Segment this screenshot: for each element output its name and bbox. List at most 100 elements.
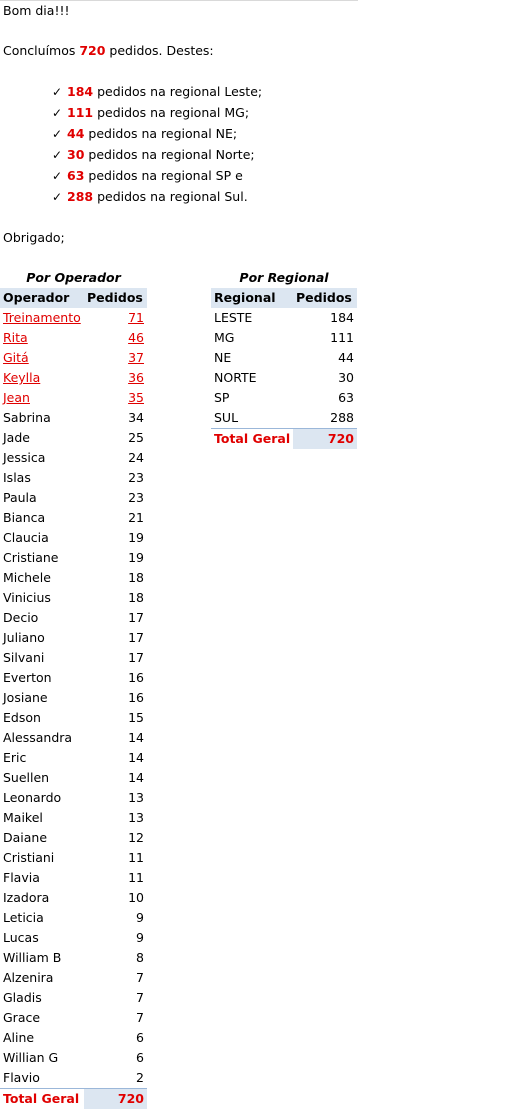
operator-row: Lucas9 <box>0 928 147 948</box>
operator-row-value[interactable]: 36 <box>84 368 147 388</box>
operator-row-value: 11 <box>84 848 147 868</box>
operator-row-value: 2 <box>84 1068 147 1089</box>
operator-row: Maikel13 <box>0 808 147 828</box>
operator-row-name: Juliano <box>0 628 84 648</box>
operator-row-value[interactable]: 71 <box>84 308 147 328</box>
regional-list-item: ✓63 pedidos na regional SP e <box>52 166 243 186</box>
operator-row-value: 9 <box>84 928 147 948</box>
regional-row-value: 184 <box>293 308 357 328</box>
operator-row-value: 7 <box>84 968 147 988</box>
operator-row-value[interactable]: 37 <box>84 348 147 368</box>
operator-row-value: 15 <box>84 708 147 728</box>
operator-row: Decio17 <box>0 608 147 628</box>
operator-row: Daiane12 <box>0 828 147 848</box>
operator-row-name: Vinicius <box>0 588 84 608</box>
operator-row: Bianca21 <box>0 508 147 528</box>
regional-total-row: Total Geral 720 <box>211 429 357 450</box>
operator-total-row: Total Geral 720 <box>0 1089 147 1109</box>
operator-row: Sabrina34 <box>0 408 147 428</box>
checkmark-icon: ✓ <box>52 187 67 207</box>
operator-row: Cristiane19 <box>0 548 147 568</box>
operator-row: Cristiani11 <box>0 848 147 868</box>
operator-row-name: Jade <box>0 428 84 448</box>
operator-row-name: Maikel <box>0 808 84 828</box>
summary-suffix: pedidos. Destes: <box>105 43 213 58</box>
operator-row-name: Eric <box>0 748 84 768</box>
operator-row: Jade25 <box>0 428 147 448</box>
operator-row-value: 10 <box>84 888 147 908</box>
regional-list-text: pedidos na regional NE; <box>84 126 237 141</box>
regional-list-count: 111 <box>67 105 93 120</box>
regional-list-item: ✓288 pedidos na regional Sul. <box>52 187 248 207</box>
header-operador: Operador <box>0 288 84 308</box>
summary-total: 720 <box>79 43 105 58</box>
operator-row-value: 23 <box>84 468 147 488</box>
operator-total-value: 720 <box>84 1089 147 1109</box>
regional-row-value: 63 <box>293 388 357 408</box>
operator-row-name: Daiane <box>0 828 84 848</box>
regional-list-count: 63 <box>67 168 84 183</box>
operator-row-value: 34 <box>84 408 147 428</box>
operator-row: Alzenira7 <box>0 968 147 988</box>
operator-row-value: 25 <box>84 428 147 448</box>
regional-row-name: LESTE <box>211 308 293 328</box>
operator-row-name[interactable]: Keylla <box>0 368 84 388</box>
operator-row-name: Alessandra <box>0 728 84 748</box>
operator-row: Jessica24 <box>0 448 147 468</box>
operator-row-value: 6 <box>84 1028 147 1048</box>
operator-row[interactable]: Keylla36 <box>0 368 147 388</box>
operator-row-value: 13 <box>84 808 147 828</box>
regional-list-text: pedidos na regional MG; <box>93 105 249 120</box>
regional-table-title: Por Regional <box>211 268 357 288</box>
operator-row-value: 21 <box>84 508 147 528</box>
operator-row-name[interactable]: Treinamento <box>0 308 84 328</box>
operator-row-name: Izadora <box>0 888 84 908</box>
operator-row-name: Aline <box>0 1028 84 1048</box>
operator-row-value: 11 <box>84 868 147 888</box>
operator-row-value: 17 <box>84 608 147 628</box>
operator-row-value[interactable]: 46 <box>84 328 147 348</box>
operator-row-name[interactable]: Gitá <box>0 348 84 368</box>
operator-row[interactable]: Gitá37 <box>0 348 147 368</box>
operator-row-name: Flavia <box>0 868 84 888</box>
operator-row: Leticia9 <box>0 908 147 928</box>
regional-list-text: pedidos na regional SP e <box>84 168 242 183</box>
operator-total-label: Total Geral <box>0 1089 84 1109</box>
operator-row: William B8 <box>0 948 147 968</box>
operator-row: Aline6 <box>0 1028 147 1048</box>
operator-row: Josiane16 <box>0 688 147 708</box>
checkmark-icon: ✓ <box>52 145 67 165</box>
operator-row-name: Alzenira <box>0 968 84 988</box>
operator-row-value: 24 <box>84 448 147 468</box>
regional-list-count: 44 <box>67 126 84 141</box>
operator-row-name: Michele <box>0 568 84 588</box>
operator-row: Gladis7 <box>0 988 147 1008</box>
header-regional-pedidos: Pedidos <box>293 288 357 308</box>
regional-row-value: 44 <box>293 348 357 368</box>
operator-row-value: 18 <box>84 568 147 588</box>
operator-row-value: 16 <box>84 688 147 708</box>
operator-row-value[interactable]: 35 <box>84 388 147 408</box>
operator-row: Everton16 <box>0 668 147 688</box>
operator-row-name: Islas <box>0 468 84 488</box>
operator-row[interactable]: Rita46 <box>0 328 147 348</box>
header-regional: Regional <box>211 288 293 308</box>
operator-row-name: Everton <box>0 668 84 688</box>
checkmark-icon: ✓ <box>52 103 67 123</box>
operator-row: Flavio2 <box>0 1068 147 1089</box>
operator-row[interactable]: Jean35 <box>0 388 147 408</box>
operator-table-body: Treinamento71Rita46Gitá37Keylla36Jean35S… <box>0 308 147 1089</box>
regional-row-value: 30 <box>293 368 357 388</box>
regional-list-text: pedidos na regional Norte; <box>84 147 254 162</box>
operator-row-value: 19 <box>84 548 147 568</box>
operator-row: Juliano17 <box>0 628 147 648</box>
operator-row-value: 17 <box>84 628 147 648</box>
operator-row-value: 14 <box>84 728 147 748</box>
operator-row-name: Lucas <box>0 928 84 948</box>
regional-row: NORTE30 <box>211 368 357 388</box>
operator-row-name[interactable]: Jean <box>0 388 84 408</box>
regional-total-label: Total Geral <box>211 429 293 450</box>
operator-row[interactable]: Treinamento71 <box>0 308 147 328</box>
operator-row-name[interactable]: Rita <box>0 328 84 348</box>
regional-row-name: SUL <box>211 408 293 429</box>
